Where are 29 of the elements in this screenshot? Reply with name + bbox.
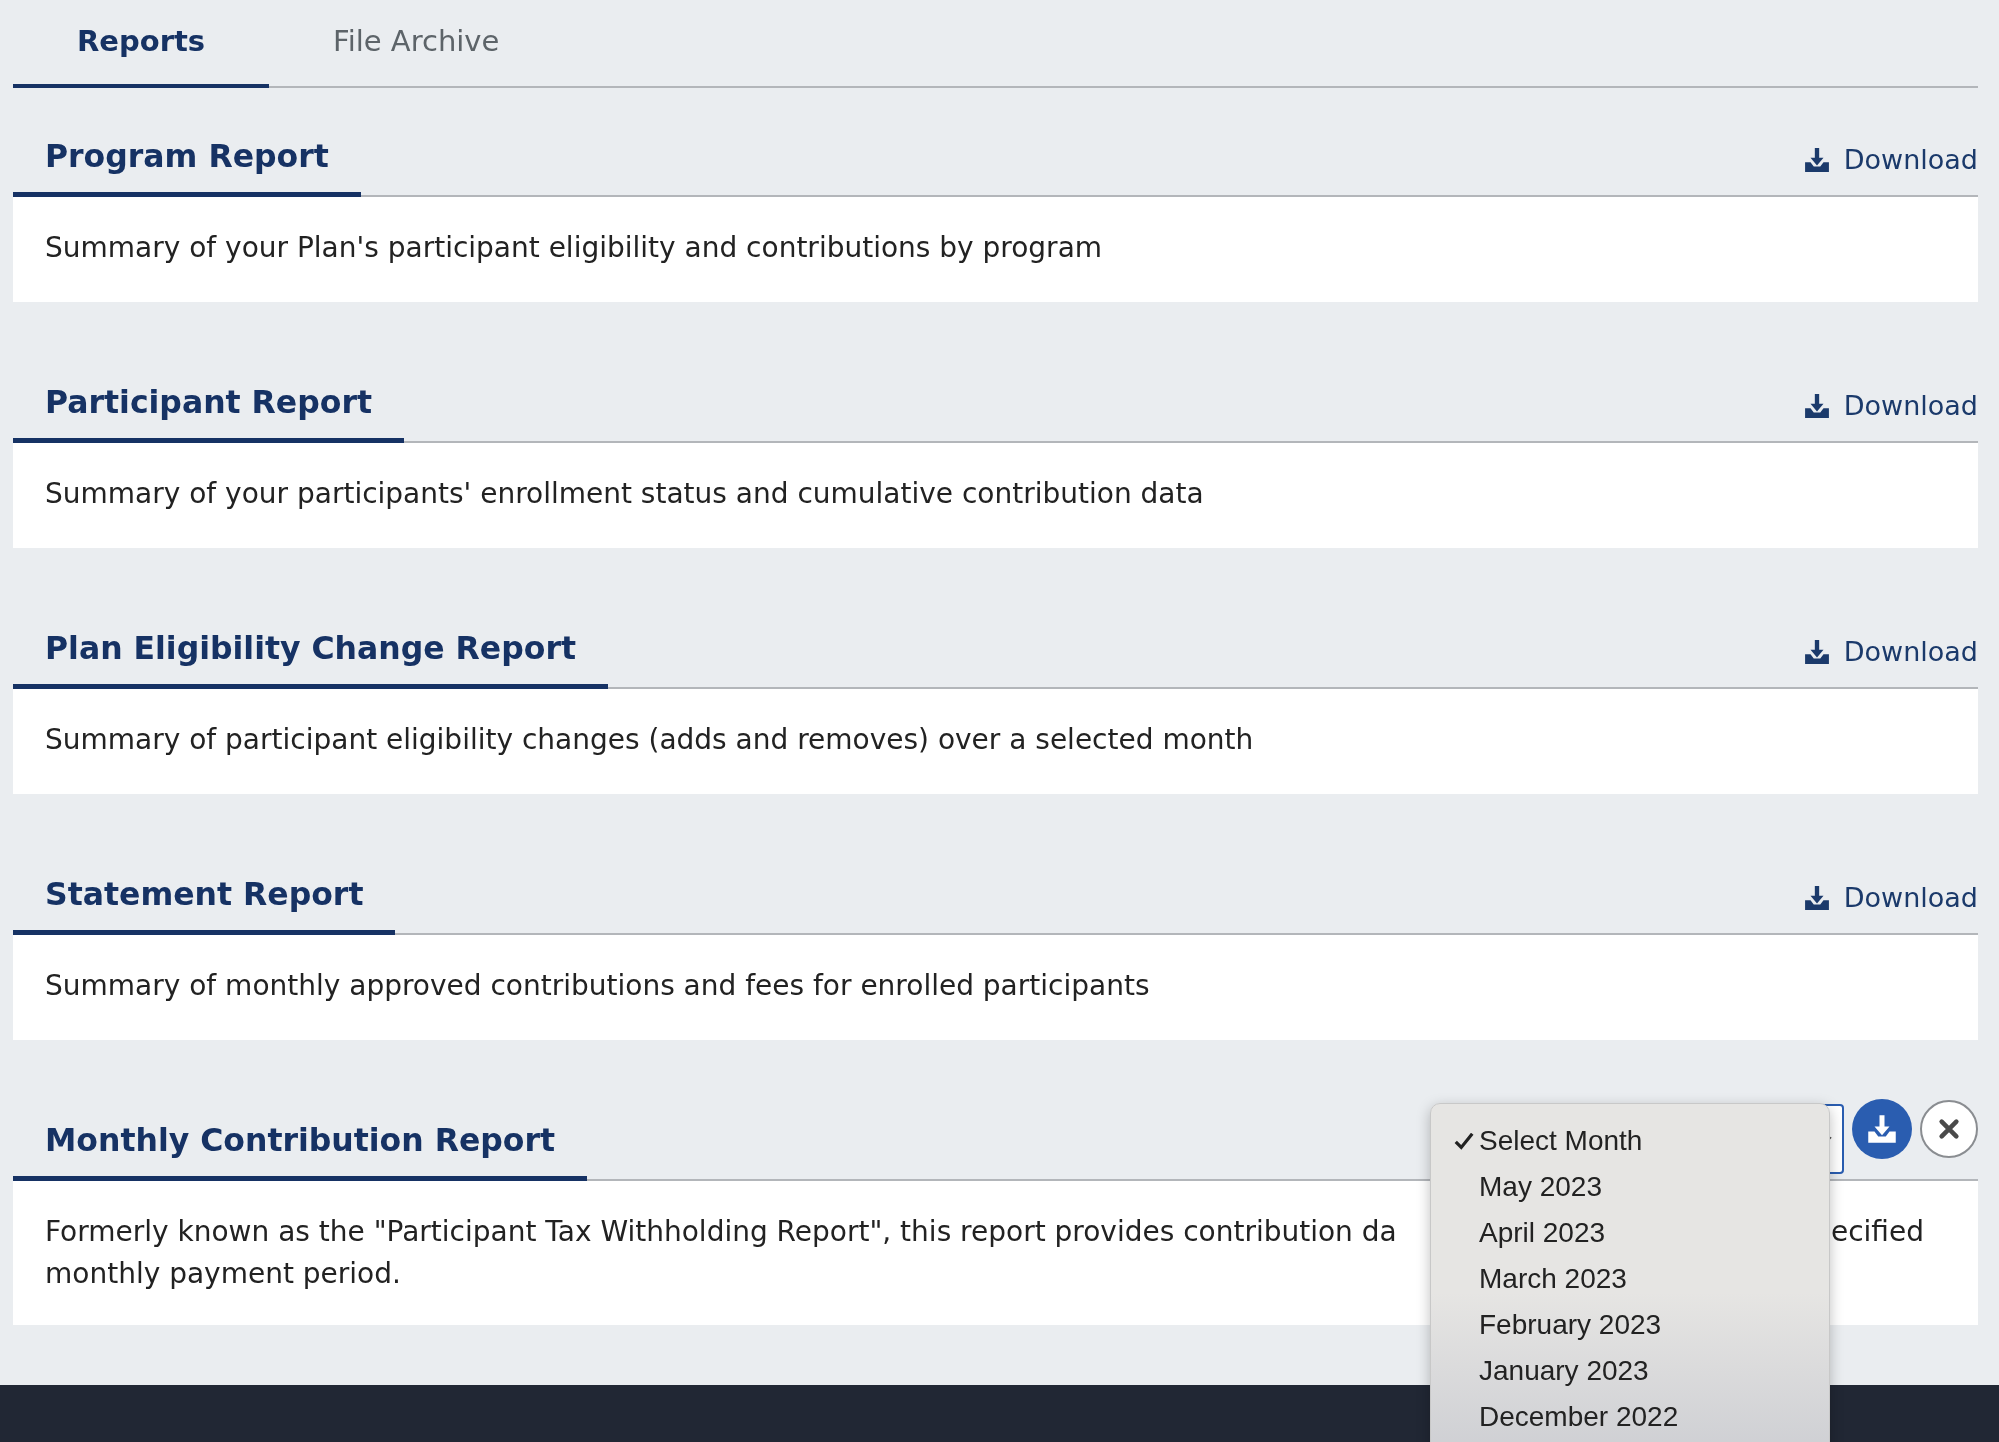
dropdown-option[interactable]: Select Month <box>1431 1118 1829 1164</box>
description-text: monthly payment period. <box>45 1256 401 1292</box>
description-text: Summary of your participants' enrollment status and cumulative contribution data <box>45 476 1205 512</box>
description-text: Formerly known as the "Participant Tax Withholding Report", this report provides contribution da <box>45 1214 1397 1250</box>
description-text: ecified <box>1830 1214 1924 1250</box>
dropdown-option[interactable]: April 2023 <box>1431 1210 1829 1256</box>
check-icon <box>1453 1130 1475 1152</box>
dropdown-option[interactable]: May 2023 <box>1431 1164 1829 1210</box>
download-link[interactable]: Download <box>1803 144 1978 175</box>
dropdown-option[interactable]: February 2023 <box>1431 1302 1829 1348</box>
dropdown-option[interactable]: March 2023 <box>1431 1256 1829 1302</box>
description-text: Summary of participant eligibility changes (adds and removes) over a selected month <box>45 722 1255 758</box>
close-button[interactable] <box>1920 1100 1978 1158</box>
download-icon <box>1803 392 1830 419</box>
close-icon <box>1938 1118 1960 1140</box>
download-icon <box>1803 638 1830 665</box>
description-text: Summary of monthly approved contributions and fees for enrolled participants <box>45 968 1151 1004</box>
description-text: Summary of your Plan's participant eligibility and contributions by program <box>45 230 1104 266</box>
tab[interactable]: File Archive <box>269 0 564 88</box>
download-icon <box>1803 146 1830 173</box>
dropdown-option[interactable]: December 2022 <box>1431 1394 1829 1440</box>
download-icon <box>1867 1114 1897 1144</box>
download-link[interactable]: Download <box>1803 390 1978 421</box>
download-link[interactable]: Download <box>1803 882 1978 913</box>
tab[interactable]: Reports <box>13 0 270 88</box>
download-button[interactable] <box>1852 1099 1912 1159</box>
download-icon <box>1803 884 1830 911</box>
download-link[interactable]: Download <box>1803 636 1978 667</box>
dropdown-option[interactable]: January 2023 <box>1431 1348 1829 1394</box>
